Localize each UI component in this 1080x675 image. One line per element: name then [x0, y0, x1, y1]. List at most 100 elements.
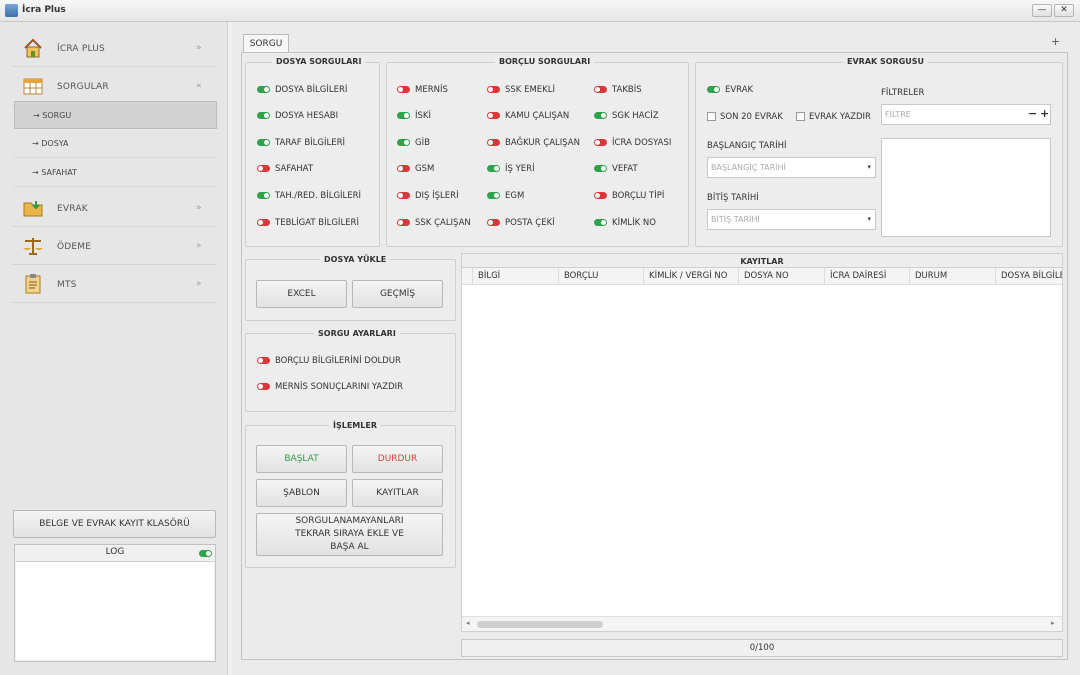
- gib-toggle[interactable]: GİB: [397, 138, 430, 148]
- requeue-button[interactable]: SORGULANAMAYANLARI TEKRAR SIRAYA EKLE VE…: [256, 513, 443, 556]
- stop-button[interactable]: DURDUR: [352, 445, 443, 473]
- toggle-switch[interactable]: [594, 86, 607, 93]
- column-header[interactable]: BİLGİ: [473, 268, 559, 285]
- minimize-button[interactable]: —: [1032, 4, 1052, 17]
- option-label: TAKBİS: [612, 85, 642, 95]
- column-header[interactable]: KİMLİK / VERGİ NO: [644, 268, 739, 285]
- borclu-bilgilerini-doldur-toggle[interactable]: BORÇLU BİLGİLERİNİ DOLDUR: [257, 356, 401, 366]
- toggle-switch[interactable]: [257, 139, 270, 146]
- bagkur-calisan-toggle[interactable]: BAĞKUR ÇALIŞAN: [487, 138, 580, 148]
- template-button[interactable]: ŞABLON: [256, 479, 347, 507]
- toggle-switch[interactable]: [257, 357, 270, 364]
- menu-icra-plus[interactable]: İCRA PLUS »: [12, 31, 217, 67]
- checkbox[interactable]: [796, 112, 805, 121]
- remove-filter-icon[interactable]: −: [1028, 107, 1037, 120]
- toggle-switch[interactable]: [257, 165, 270, 172]
- ssk-calisan-toggle[interactable]: SSK ÇALIŞAN: [397, 218, 471, 228]
- excel-button[interactable]: EXCEL: [256, 280, 347, 308]
- tah-red-bilgileri-toggle[interactable]: TAH./RED. BİLGİLERİ: [257, 191, 361, 201]
- menu-mts[interactable]: MTS »: [12, 267, 217, 303]
- submenu-dosya[interactable]: → DOSYA: [14, 130, 217, 158]
- safahat-toggle[interactable]: SAFAHAT: [257, 164, 313, 174]
- vefat-toggle[interactable]: VEFAT: [594, 164, 638, 174]
- horizontal-scrollbar[interactable]: ◂ ▸: [462, 616, 1062, 631]
- toggle-switch[interactable]: [594, 139, 607, 146]
- end-date-picker[interactable]: BİTİŞ TARİHİ ▾: [707, 209, 876, 230]
- toggle-switch[interactable]: [397, 86, 410, 93]
- tebligat-bilgileri-toggle[interactable]: TEBLİGAT BİLGİLERİ: [257, 218, 359, 228]
- mernis-sonuclarini-yazdir-toggle[interactable]: MERNİS SONUÇLARINI YAZDIR: [257, 382, 403, 392]
- toggle-switch[interactable]: [594, 112, 607, 119]
- gecmis-button[interactable]: GEÇMİŞ: [352, 280, 443, 308]
- gsm-toggle[interactable]: GSM: [397, 164, 434, 174]
- taraf-bilgileri-toggle[interactable]: TARAF BİLGİLERİ: [257, 138, 345, 148]
- filter-input[interactable]: FİLTRE: [881, 104, 1051, 125]
- tab-sorgu[interactable]: SORGU: [243, 34, 289, 53]
- toggle-switch[interactable]: [487, 86, 500, 93]
- toggle-switch[interactable]: [397, 192, 410, 199]
- submenu-safahat[interactable]: → SAFAHAT: [14, 159, 217, 187]
- column-header[interactable]: İCRA DAİRESİ: [825, 268, 910, 285]
- dosya-hesabi-toggle[interactable]: DOSYA HESABI: [257, 111, 338, 121]
- toggle-switch[interactable]: [397, 165, 410, 172]
- evrak-yazdir-checkbox[interactable]: EVRAK YAZDIR: [796, 112, 871, 122]
- is-yeri-toggle[interactable]: İŞ YERİ: [487, 164, 535, 174]
- posta-ceki-toggle[interactable]: POSTA ÇEKİ: [487, 218, 555, 228]
- start-date-picker[interactable]: BAŞLANGIÇ TARİHİ ▾: [707, 157, 876, 178]
- mernis-toggle[interactable]: MERNİS: [397, 85, 448, 95]
- column-header[interactable]: BORÇLU: [559, 268, 644, 285]
- toggle-switch[interactable]: [397, 112, 410, 119]
- toggle-switch[interactable]: [594, 165, 607, 172]
- column-header[interactable]: DOSYA NO: [739, 268, 825, 285]
- evrak-toggle[interactable]: EVRAK: [707, 85, 753, 95]
- checkbox[interactable]: [707, 112, 716, 121]
- records-button[interactable]: KAYITLAR: [352, 479, 443, 507]
- log-output[interactable]: [16, 561, 214, 660]
- ssk-emekli-toggle[interactable]: SSK EMEKLİ: [487, 85, 555, 95]
- borclu-tipi-toggle[interactable]: BORÇLU TİPİ: [594, 191, 664, 201]
- add-tab-icon[interactable]: +: [1051, 35, 1060, 48]
- toggle-switch[interactable]: [397, 139, 410, 146]
- toggle-switch[interactable]: [257, 192, 270, 199]
- icra-dosyasi-toggle[interactable]: İCRA DOSYASI: [594, 138, 671, 148]
- archive-folder-button[interactable]: BELGE VE EVRAK KAYIT KLASÖRÜ: [13, 510, 216, 538]
- column-header[interactable]: DOSYA BİLGİLERİ: [996, 268, 1062, 285]
- toggle-switch[interactable]: [487, 192, 500, 199]
- toggle-switch[interactable]: [707, 86, 720, 93]
- dis-isleri-toggle[interactable]: DIŞ İŞLERİ: [397, 191, 459, 201]
- column-header[interactable]: DURUM: [910, 268, 996, 285]
- filter-list[interactable]: [881, 138, 1051, 237]
- menu-odeme[interactable]: ÖDEME »: [12, 229, 217, 265]
- egm-toggle[interactable]: EGM: [487, 191, 524, 201]
- sgk-haciz-toggle[interactable]: SGK HACİZ: [594, 111, 659, 121]
- toggle-switch[interactable]: [487, 219, 500, 226]
- toggle-switch[interactable]: [397, 219, 410, 226]
- toggle-switch[interactable]: [594, 192, 607, 199]
- menu-sorgular[interactable]: SORGULAR «: [12, 69, 217, 105]
- toggle-switch[interactable]: [487, 165, 500, 172]
- records-table[interactable]: BİLGİ BORÇLU KİMLİK / VERGİ NO DOSYA NO …: [461, 267, 1063, 632]
- scrollbar-thumb[interactable]: [477, 621, 603, 628]
- add-filter-icon[interactable]: +: [1040, 107, 1049, 120]
- son-20-evrak-checkbox[interactable]: SON 20 EVRAK: [707, 112, 783, 122]
- takbis-toggle[interactable]: TAKBİS: [594, 85, 642, 95]
- toggle-switch[interactable]: [594, 219, 607, 226]
- submenu-label: → SORGU: [33, 111, 72, 120]
- submenu-sorgu[interactable]: → SORGU: [14, 101, 217, 129]
- dosya-bilgileri-toggle[interactable]: DOSYA BİLGİLERİ: [257, 85, 347, 95]
- scroll-right-icon[interactable]: ▸: [1051, 619, 1055, 627]
- kimlik-no-toggle[interactable]: KİMLİK NO: [594, 218, 656, 228]
- toggle-switch[interactable]: [257, 383, 270, 390]
- toggle-switch[interactable]: [257, 86, 270, 93]
- toggle-switch[interactable]: [257, 219, 270, 226]
- log-toggle[interactable]: [199, 550, 212, 557]
- toggle-switch[interactable]: [257, 112, 270, 119]
- iski-toggle[interactable]: İSKİ: [397, 111, 431, 121]
- toggle-switch[interactable]: [487, 112, 500, 119]
- kamu-calisan-toggle[interactable]: KAMU ÇALIŞAN: [487, 111, 569, 121]
- scroll-left-icon[interactable]: ◂: [466, 619, 470, 627]
- menu-evrak[interactable]: EVRAK »: [12, 191, 217, 227]
- start-button[interactable]: BAŞLAT: [256, 445, 347, 473]
- close-button[interactable]: ✕: [1054, 4, 1074, 17]
- toggle-switch[interactable]: [487, 139, 500, 146]
